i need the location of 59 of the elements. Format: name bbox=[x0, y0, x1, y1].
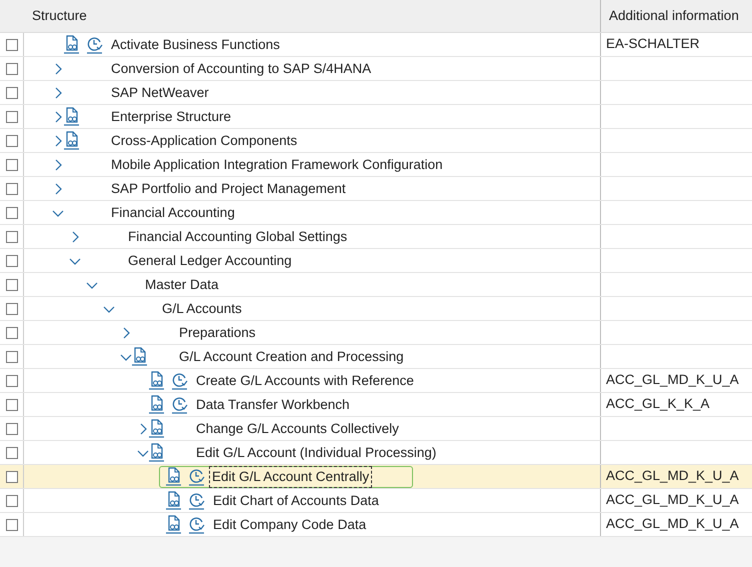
info-text: ACC_GL_MD_K_U_A bbox=[606, 491, 739, 510]
document-icon[interactable] bbox=[63, 131, 80, 150]
tree-item-label[interactable]: General Ledger Accounting bbox=[128, 250, 292, 272]
checkbox[interactable] bbox=[6, 302, 18, 314]
checkbox[interactable] bbox=[6, 278, 18, 290]
document-icon[interactable] bbox=[148, 395, 165, 414]
info-text: ACC_GL_MD_K_U_A bbox=[606, 371, 739, 390]
tree-item-label[interactable]: Data Transfer Workbench bbox=[196, 394, 350, 416]
tree-item-label[interactable]: Master Data bbox=[145, 274, 219, 296]
checkbox[interactable] bbox=[6, 158, 18, 170]
tree-item-label[interactable]: Financial Accounting bbox=[111, 202, 235, 224]
info-text: ACC_GL_K_K_A bbox=[606, 395, 710, 414]
tree-item-label[interactable]: Preparations bbox=[179, 322, 256, 344]
document-icon[interactable] bbox=[165, 491, 182, 510]
clock-icon[interactable] bbox=[171, 395, 188, 414]
info-text: ACC_GL_MD_K_U_A bbox=[606, 515, 739, 534]
checkbox[interactable] bbox=[6, 350, 18, 362]
column-header[interactable]: Additional information bbox=[609, 6, 739, 26]
document-icon[interactable] bbox=[165, 467, 182, 486]
tree-item-label[interactable]: SAP NetWeaver bbox=[111, 82, 209, 104]
document-icon[interactable] bbox=[148, 419, 165, 438]
tree-item-label[interactable]: G/L Accounts bbox=[162, 298, 242, 320]
checkbox[interactable] bbox=[6, 182, 18, 194]
tree-item-label[interactable]: Edit Chart of Accounts Data bbox=[213, 490, 379, 512]
checkbox[interactable] bbox=[6, 230, 18, 242]
checkbox[interactable] bbox=[6, 494, 18, 506]
column-header[interactable]: Structure bbox=[32, 6, 87, 26]
clock-icon[interactable] bbox=[86, 35, 103, 54]
clock-icon[interactable] bbox=[188, 515, 205, 534]
checkbox[interactable] bbox=[6, 206, 18, 218]
document-icon[interactable] bbox=[63, 35, 80, 54]
checkbox[interactable] bbox=[6, 422, 18, 434]
clock-icon[interactable] bbox=[188, 491, 205, 510]
checkbox[interactable] bbox=[6, 38, 18, 50]
tree-item-label[interactable]: Enterprise Structure bbox=[111, 106, 232, 128]
clock-icon[interactable] bbox=[171, 371, 188, 390]
tree-item-label[interactable]: Edit Company Code Data bbox=[213, 514, 366, 536]
checkbox[interactable] bbox=[6, 326, 18, 338]
document-icon[interactable] bbox=[148, 443, 165, 462]
document-icon[interactable] bbox=[131, 347, 148, 366]
tree-item-label[interactable]: Activate Business Functions bbox=[111, 34, 280, 56]
checkbox[interactable] bbox=[6, 446, 18, 458]
info-text: EA-SCHALTER bbox=[606, 35, 700, 54]
checkbox[interactable] bbox=[6, 254, 18, 266]
checkbox[interactable] bbox=[6, 470, 18, 482]
info-text: ACC_GL_MD_K_U_A bbox=[606, 467, 739, 486]
document-icon[interactable] bbox=[165, 515, 182, 534]
checkbox[interactable] bbox=[6, 374, 18, 386]
checkbox[interactable] bbox=[6, 134, 18, 146]
checkbox[interactable] bbox=[6, 398, 18, 410]
checkbox[interactable] bbox=[6, 62, 18, 74]
checkbox[interactable] bbox=[6, 86, 18, 98]
tree-item-label[interactable]: Edit G/L Account Centrally bbox=[210, 466, 372, 488]
tree-item-label[interactable]: Create G/L Accounts with Reference bbox=[196, 370, 414, 392]
checkbox[interactable] bbox=[6, 110, 18, 122]
document-icon[interactable] bbox=[63, 107, 80, 126]
document-icon[interactable] bbox=[148, 371, 165, 390]
clock-icon[interactable] bbox=[188, 467, 205, 486]
checkbox[interactable] bbox=[6, 518, 18, 530]
